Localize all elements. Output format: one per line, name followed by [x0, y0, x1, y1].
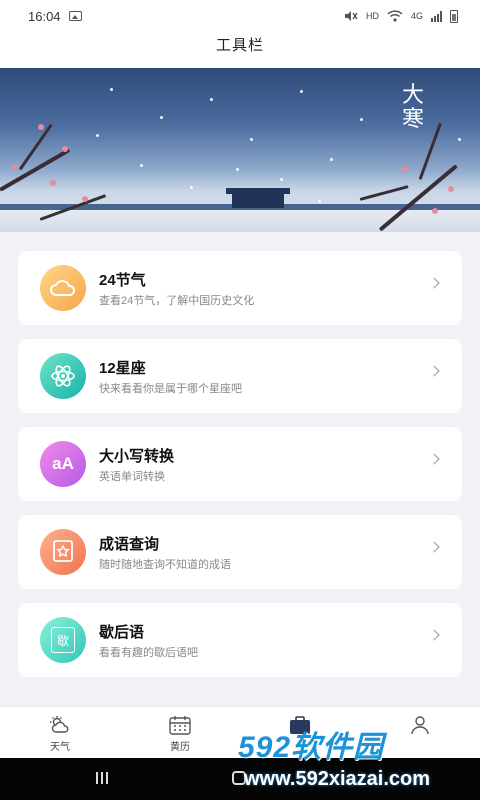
letter-case-icon-text: aA	[52, 454, 74, 473]
tool-item-xiehouyu[interactable]: 歇 歇后语 看看有趣的歇后语吧	[18, 603, 462, 677]
watermark-url: www.592xiazai.com	[244, 768, 431, 790]
plum-blossom	[50, 180, 56, 186]
plum-blossom	[402, 166, 408, 172]
status-bar: 16:04 HD 4G	[0, 0, 480, 32]
site-watermark: 592软件园 www.592xiazai.com	[236, 722, 480, 800]
gallery-notification-icon	[68, 11, 82, 21]
hd-label: HD	[365, 11, 379, 21]
tool-subtitle: 英语单词转换	[99, 471, 165, 483]
banner-pavilion	[226, 188, 290, 208]
weather-icon	[50, 716, 69, 733]
tool-title: 歇后语	[99, 624, 145, 641]
chevron-right-icon	[428, 629, 440, 641]
battery-icon	[450, 9, 458, 23]
signal-icon	[431, 10, 442, 22]
star-frame-icon	[40, 529, 86, 575]
chevron-right-icon	[428, 365, 440, 377]
mute-icon	[344, 11, 358, 21]
book-icon: 歇	[40, 617, 86, 663]
calendar-icon	[169, 716, 191, 735]
tool-subtitle: 随时随地查询不知道的成语	[99, 559, 231, 571]
plum-blossom	[38, 124, 44, 130]
tool-list: 24节气 查看24节气，了解中国历史文化 12星座 快来看看你是属于哪个星座吧 …	[18, 251, 462, 691]
tab-label: 天气	[50, 742, 70, 753]
tool-subtitle: 快来看看你是属于哪个星座吧	[99, 383, 242, 395]
banner-calligraphy: 大寒	[401, 83, 424, 132]
plum-blossom	[62, 146, 68, 152]
plum-branch-right-3	[359, 185, 409, 201]
tool-title: 大小写转换	[99, 448, 175, 465]
tool-item-case-convert[interactable]: aA 大小写转换 英语单词转换	[18, 427, 462, 501]
tool-item-idiom[interactable]: 成语查询 随时随地查询不知道的成语	[18, 515, 462, 589]
plum-blossom	[432, 208, 438, 214]
tool-title: 12星座	[99, 360, 146, 377]
chevron-right-icon	[428, 541, 440, 553]
recent-apps-button[interactable]	[96, 772, 108, 784]
tool-title: 成语查询	[99, 536, 160, 553]
page-title: 工具栏	[0, 32, 480, 68]
plum-blossom	[12, 164, 18, 170]
chevron-right-icon	[428, 277, 440, 289]
tool-subtitle: 看看有趣的歇后语吧	[99, 647, 198, 659]
plum-blossom	[82, 196, 88, 202]
network-label: 4G	[410, 11, 423, 21]
atom-icon	[40, 353, 86, 399]
status-time: 16:04	[28, 8, 61, 24]
status-icons: HD 4G	[344, 9, 458, 23]
plum-branch-left	[0, 148, 71, 192]
wifi-icon	[387, 10, 403, 22]
tab-label: 黄历	[170, 742, 190, 753]
banner-snow-ground	[0, 210, 480, 232]
tool-item-solar-terms[interactable]: 24节气 查看24节气，了解中国历史文化	[18, 251, 462, 325]
tool-title: 24节气	[99, 272, 146, 289]
tool-subtitle: 查看24节气，了解中国历史文化	[99, 295, 255, 307]
tab-almanac[interactable]: 黄历	[120, 707, 240, 758]
letter-case-icon: aA	[40, 441, 86, 487]
plum-blossom	[448, 186, 454, 192]
watermark-brand: 592软件园	[238, 731, 385, 764]
weather-cloud-icon	[40, 265, 86, 311]
chevron-right-icon	[428, 453, 440, 465]
book-icon-text: 歇	[56, 633, 69, 648]
solar-term-banner: 大寒	[0, 68, 480, 232]
tool-item-zodiac[interactable]: 12星座 快来看看你是属于哪个星座吧	[18, 339, 462, 413]
tab-weather[interactable]: 天气	[0, 707, 120, 758]
